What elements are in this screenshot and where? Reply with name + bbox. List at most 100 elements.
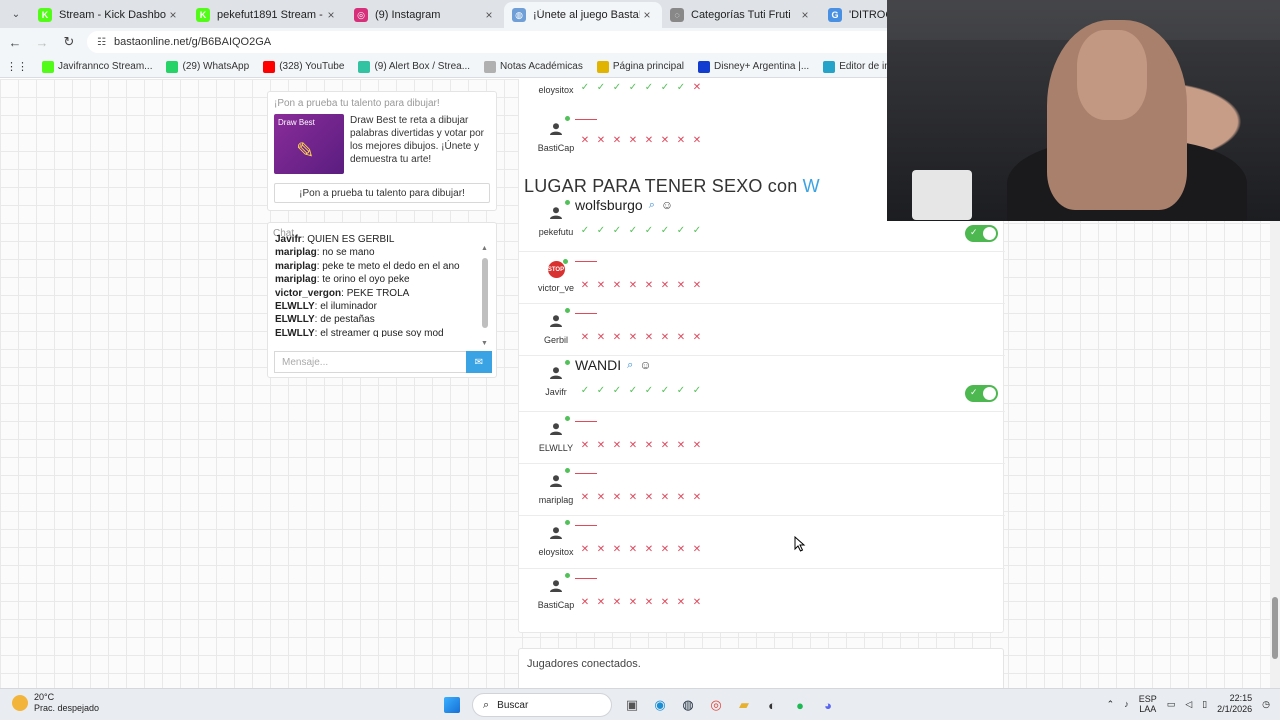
cross-icon[interactable]: ✕ (641, 135, 657, 147)
check-icon[interactable]: ✓ (609, 225, 625, 237)
cross-icon[interactable]: ✕ (657, 544, 673, 556)
cross-icon[interactable]: ✕ (641, 440, 657, 452)
bookmark-item[interactable]: (29) WhatsApp (166, 60, 249, 73)
cross-icon[interactable]: ✕ (689, 440, 705, 452)
cross-icon[interactable]: ✕ (657, 135, 673, 147)
check-icon[interactable]: ✓ (577, 225, 593, 237)
clock[interactable]: 22:15 2/1/2026 (1217, 693, 1252, 715)
cross-icon[interactable]: ✕ (593, 492, 609, 504)
cross-icon[interactable]: ✕ (609, 544, 625, 556)
check-icon[interactable]: ✓ (577, 385, 593, 397)
check-icon[interactable]: ✓ (593, 225, 609, 237)
check-icon[interactable]: ✓ (577, 82, 593, 94)
cross-icon[interactable]: ✕ (641, 280, 657, 292)
cross-icon[interactable]: ✕ (609, 280, 625, 292)
cross-icon[interactable]: ✕ (593, 280, 609, 292)
check-icon[interactable]: ✓ (673, 82, 689, 94)
cross-icon[interactable]: ✕ (593, 440, 609, 452)
network-icon[interactable]: ▭ (1167, 699, 1176, 710)
chat-send-button[interactable]: ✉ (466, 351, 492, 373)
url-input[interactable]: ☷ bastaonline.net/g/B6BAIQO2GA (87, 31, 907, 53)
discord-icon[interactable]: ◕ (817, 694, 839, 716)
cross-icon[interactable]: ✕ (577, 135, 593, 147)
cross-icon[interactable]: ✕ (625, 440, 641, 452)
tab-search-menu[interactable]: ⌄ (4, 2, 28, 26)
bookmark-item[interactable]: Notas Académicas (484, 60, 583, 73)
browser-tab-1[interactable]: Kpekefut1891 Stream - Watch Li× (188, 2, 346, 28)
obs-icon[interactable]: ◐ (761, 694, 783, 716)
cross-icon[interactable]: ✕ (609, 440, 625, 452)
check-icon[interactable]: ✓ (609, 82, 625, 94)
cross-icon[interactable]: ✕ (673, 597, 689, 609)
browser-tab-4[interactable]: ◌ Categorías Tuti Fruti × (662, 2, 820, 28)
chat-username[interactable]: mariplag (275, 247, 317, 258)
cross-icon[interactable]: ✕ (673, 544, 689, 556)
chat-username[interactable]: ELWLLY (275, 301, 315, 312)
cross-icon[interactable]: ✕ (593, 597, 609, 609)
cross-icon[interactable]: ✕ (625, 332, 641, 344)
cross-icon[interactable]: ✕ (609, 597, 625, 609)
check-icon[interactable]: ✓ (657, 225, 673, 237)
notifications-icon[interactable]: ◷ (1262, 699, 1270, 710)
start-button[interactable] (441, 694, 463, 716)
cross-icon[interactable]: ✕ (577, 332, 593, 344)
cross-icon[interactable]: ✕ (609, 332, 625, 344)
cross-icon[interactable]: ✕ (657, 440, 673, 452)
check-icon[interactable]: ✓ (641, 82, 657, 94)
cross-icon[interactable]: ✕ (593, 135, 609, 147)
chrome-icon[interactable]: ◎ (705, 694, 727, 716)
file-explorer-icon[interactable]: ▰ (733, 694, 755, 716)
check-icon[interactable]: ✓ (689, 225, 705, 237)
cross-icon[interactable]: ✕ (673, 492, 689, 504)
reload-button[interactable]: ↻ (57, 30, 81, 54)
emoji-react-icon[interactable]: ☺ (639, 358, 651, 372)
check-icon[interactable]: ✓ (673, 385, 689, 397)
weather-widget[interactable]: 20°C Prac. despejado (12, 692, 99, 714)
check-icon[interactable]: ✓ (673, 225, 689, 237)
chat-username[interactable]: Javifr (275, 234, 302, 245)
tab-close-icon[interactable]: × (324, 8, 338, 22)
check-icon[interactable]: ✓ (609, 385, 625, 397)
browser-tab-2[interactable]: ◎ (9) Instagram × (346, 2, 504, 28)
valid-toggle[interactable]: ✓ (965, 385, 998, 402)
chat-username[interactable]: mariplag (275, 261, 317, 272)
task-view-icon[interactable]: ▣ (621, 694, 643, 716)
check-icon[interactable]: ✓ (641, 225, 657, 237)
cross-icon[interactable]: ✕ (625, 135, 641, 147)
apps-grid-icon[interactable]: ⋮⋮ (6, 60, 28, 73)
cross-icon[interactable]: ✕ (641, 332, 657, 344)
cross-icon[interactable]: ✕ (673, 440, 689, 452)
cross-icon[interactable]: ✕ (657, 280, 673, 292)
browser-tab-0[interactable]: K Stream - Kick Dashboard× (30, 2, 188, 28)
steam-icon[interactable]: ◍ (677, 694, 699, 716)
emoji-react-icon[interactable]: ☺ (661, 198, 673, 212)
back-button[interactable]: ← (3, 30, 27, 54)
forward-button[interactable]: → (30, 30, 54, 54)
chat-username[interactable]: ELWLLY (275, 314, 315, 325)
check-icon[interactable]: ✓ (625, 225, 641, 237)
cross-icon[interactable]: ✕ (577, 597, 593, 609)
cross-icon[interactable]: ✕ (625, 597, 641, 609)
bookmark-item[interactable]: (9) Alert Box / Strea... (358, 60, 470, 73)
cross-icon[interactable]: ✕ (641, 492, 657, 504)
check-icon[interactable]: ✓ (625, 82, 641, 94)
cross-icon[interactable]: ✕ (657, 492, 673, 504)
cross-icon[interactable]: ✕ (673, 280, 689, 292)
spotify-icon[interactable]: ● (789, 694, 811, 716)
tab-close-icon[interactable]: × (798, 8, 812, 22)
cross-icon[interactable]: ✕ (689, 544, 705, 556)
mic-icon[interactable]: ♪ (1124, 699, 1129, 709)
cross-icon[interactable]: ✕ (689, 332, 705, 344)
cross-icon[interactable]: ✕ (593, 544, 609, 556)
cross-icon[interactable]: ✕ (641, 597, 657, 609)
taskbar-search[interactable]: ⌕ Buscar (472, 693, 612, 717)
check-icon[interactable]: ✓ (657, 82, 673, 94)
bookmark-item[interactable]: Javifrannco Stream... (42, 60, 152, 73)
scroll-down-icon[interactable]: ▼ (481, 340, 488, 347)
cross-icon[interactable]: ✕ (593, 332, 609, 344)
tray-chevron-icon[interactable]: ⌃ (1107, 699, 1115, 710)
chat-username[interactable]: victor_vergon (275, 288, 341, 299)
cross-icon[interactable]: ✕ (673, 135, 689, 147)
cross-icon[interactable]: ✕ (657, 597, 673, 609)
check-icon[interactable]: ✓ (593, 82, 609, 94)
